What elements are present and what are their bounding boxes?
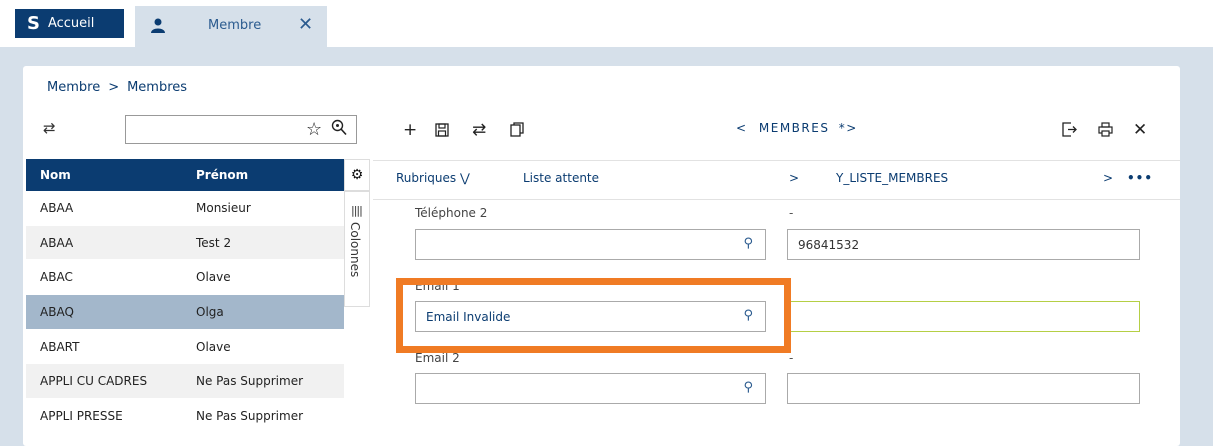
cell-nom: ABAA: [40, 200, 74, 215]
cell-prenom: Olga: [196, 304, 224, 319]
chevron-double-down-icon: ⋁: [459, 171, 470, 185]
columns-icon: ||||: [351, 204, 363, 217]
columns-panel-toggle[interactable]: |||| Colonnes: [344, 191, 370, 307]
main-panel: Membre > Membres ⇄ ☆ Nom Prénom ABAA Monsie…: [23, 66, 1180, 446]
table-row-selected[interactable]: ABAQ Olga: [26, 295, 344, 330]
close-icon[interactable]: ✕: [298, 14, 313, 35]
colonnes-label: Colonnes: [348, 222, 362, 278]
email2-label: Email 2: [415, 351, 460, 365]
cell-prenom: Test 2: [196, 235, 232, 250]
tab-accueil[interactable]: S Accueil: [15, 9, 124, 38]
cell-nom: APPLI PRESSE: [40, 408, 123, 423]
members-grid: Nom Prénom ABAA Monsieur ABAA Test 2 ABAC O…: [26, 159, 344, 434]
refresh-icon[interactable]: ⇄: [472, 120, 486, 140]
rubriques-label: Rubriques: [396, 171, 457, 185]
table-row[interactable]: APPLI CU CADRES Ne Pas Supprimer: [26, 364, 344, 400]
table-row[interactable]: ABAA Test 2: [26, 225, 344, 261]
form-title: MEMBRES: [758, 121, 830, 135]
dash-label: -: [789, 206, 794, 220]
cell-prenom: Ne Pas Supprimer: [196, 374, 304, 389]
liste-attente-link[interactable]: Liste attente: [523, 171, 599, 185]
telephone2-right-value: 96841532: [798, 237, 860, 252]
breadcrumb: Membre > Membres: [47, 80, 187, 95]
cell-prenom: Monsieur: [196, 200, 251, 215]
grid-header: Nom Prénom: [26, 159, 344, 191]
refresh-icon[interactable]: ⇄: [43, 119, 56, 137]
cell-nom: APPLI CU CADRES: [40, 374, 148, 389]
gear-icon[interactable]: ⚙: [344, 159, 370, 191]
dash-label: -: [789, 351, 794, 365]
cell-prenom: Olave: [196, 339, 231, 354]
email2-field[interactable]: ⚲: [415, 373, 766, 404]
chevron-left-icon[interactable]: <: [736, 121, 748, 135]
cell-prenom: Ne Pas Supprimer: [196, 408, 304, 423]
cell-nom: ABART: [40, 339, 80, 354]
add-icon[interactable]: +: [403, 120, 417, 140]
chevron-right-icon: >: [108, 80, 120, 95]
cell-prenom: Olave: [196, 270, 231, 285]
table-row[interactable]: ABAC Olave: [26, 260, 344, 296]
list-name-link[interactable]: Y_LISTE_MEMBRES: [836, 171, 948, 185]
tab-membre-label: Membre: [208, 18, 262, 33]
highlight-box: [396, 278, 791, 353]
person-icon: [151, 18, 165, 37]
search-icon[interactable]: ⚲: [743, 380, 753, 395]
telephone2-label: Téléphone 2: [415, 206, 488, 220]
export-icon[interactable]: [1062, 122, 1077, 142]
telephone2-right-field[interactable]: 96841532: [787, 229, 1140, 260]
print-icon[interactable]: [1098, 122, 1113, 142]
search-settings-icon[interactable]: [331, 119, 347, 140]
save-icon[interactable]: [435, 122, 449, 142]
column-header-prenom[interactable]: Prénom: [196, 168, 248, 182]
telephone2-field[interactable]: ⚲: [415, 229, 766, 260]
chevron-right-icon[interactable]: >: [846, 121, 858, 135]
tab-accueil-label: Accueil: [47, 16, 95, 31]
record-navigation: < MEMBRES *>: [736, 121, 858, 135]
chevron-right-icon[interactable]: >: [1103, 171, 1113, 185]
top-tab-bar: S Accueil Membre ✕: [0, 0, 1213, 47]
divider: [373, 199, 1180, 200]
divider: [373, 160, 1180, 161]
breadcrumb-current: Membres: [127, 80, 188, 95]
rubriques-menu[interactable]: Rubriques ⋁: [396, 171, 470, 185]
chevron-right-icon[interactable]: >: [789, 171, 799, 185]
close-icon[interactable]: ✕: [1133, 120, 1147, 140]
table-row[interactable]: ABAA Monsieur: [26, 191, 344, 226]
tab-membre[interactable]: Membre ✕: [135, 6, 327, 47]
app-logo-icon: S: [27, 12, 40, 34]
cell-nom: ABAA: [40, 235, 74, 250]
search-icon[interactable]: ⚲: [743, 236, 753, 251]
breadcrumb-parent[interactable]: Membre: [47, 80, 100, 95]
search-box: ☆: [125, 115, 357, 144]
table-row[interactable]: APPLI PRESSE Ne Pas Supprimer: [26, 399, 344, 434]
email2-right-field[interactable]: [787, 373, 1140, 404]
more-options-icon[interactable]: •••: [1127, 171, 1153, 185]
star-icon[interactable]: ☆: [306, 119, 322, 140]
cell-nom: ABAQ: [40, 304, 74, 319]
duplicate-icon[interactable]: [510, 122, 524, 142]
column-header-nom[interactable]: Nom: [26, 168, 196, 182]
search-input[interactable]: [126, 116, 296, 143]
email1-right-field[interactable]: [787, 301, 1140, 332]
cell-nom: ABAC: [40, 270, 73, 285]
table-row[interactable]: ABART Olave: [26, 330, 344, 365]
